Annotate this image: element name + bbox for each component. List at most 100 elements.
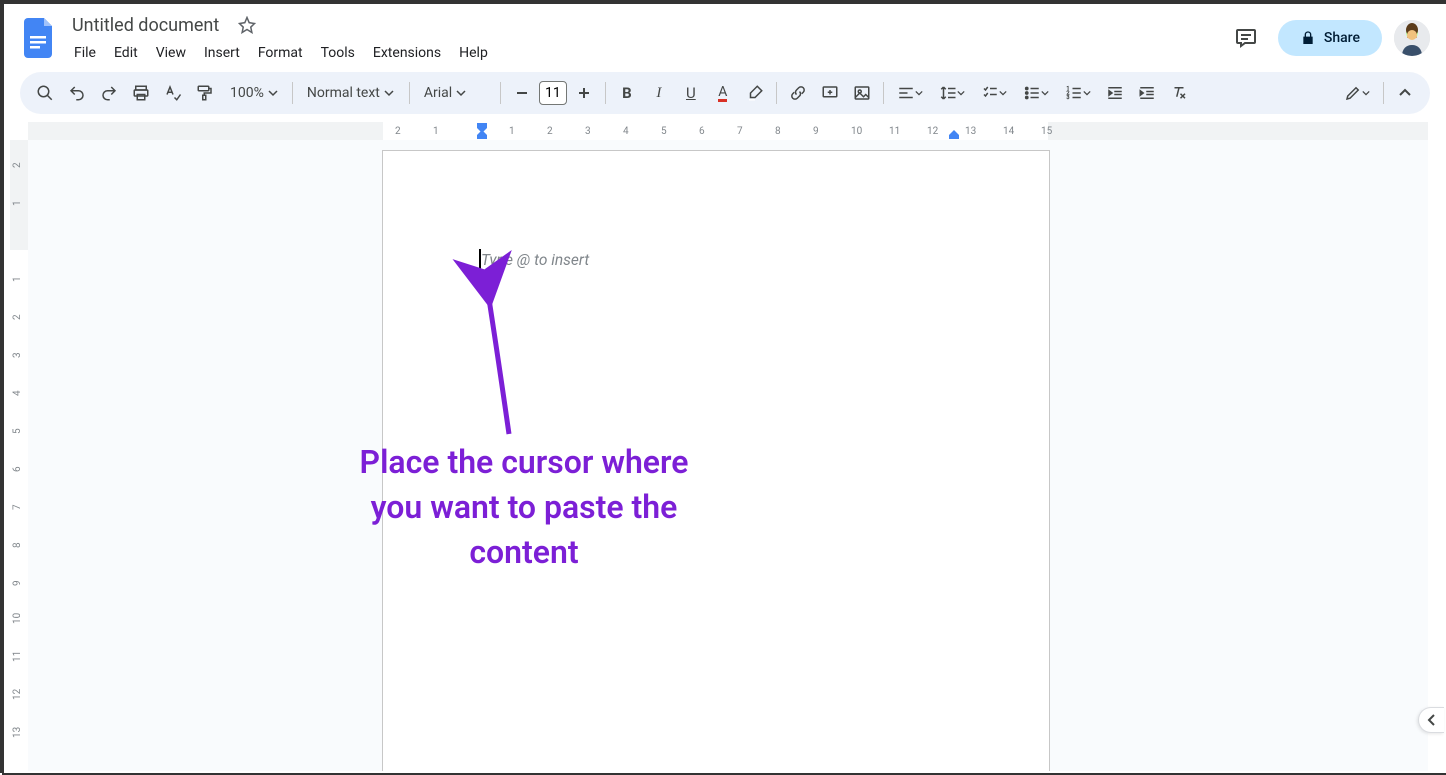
ruler-tick: 12 (12, 689, 23, 700)
highlight-color-button[interactable] (740, 78, 770, 108)
collapse-toolbar-button[interactable] (1390, 78, 1420, 108)
menu-help[interactable]: Help (451, 41, 496, 65)
chevron-down-icon (1041, 89, 1049, 97)
search-menus-button[interactable] (30, 78, 60, 108)
ruler-tick: 3 (12, 352, 23, 358)
separator (409, 82, 410, 104)
comments-icon (1234, 26, 1258, 50)
italic-button[interactable]: I (644, 78, 674, 108)
horizontal-ruler[interactable]: 21123456789101112131415 (28, 122, 1428, 140)
font-family-value: Arial (424, 85, 452, 101)
zoom-dropdown[interactable]: 100% (222, 78, 286, 108)
ruler-tick: 10 (851, 126, 862, 137)
numbered-list-button[interactable]: 123 (1058, 78, 1098, 108)
insert-comment-button[interactable] (815, 78, 845, 108)
image-icon (853, 84, 871, 102)
right-indent-marker[interactable] (948, 130, 960, 140)
line-spacing-button[interactable] (932, 78, 972, 108)
ruler-tick: 10 (12, 613, 23, 624)
text-color-icon: A (718, 85, 727, 102)
chevron-down-icon (456, 88, 466, 98)
insert-placeholder: Type @ to insert (481, 251, 589, 269)
separator (292, 82, 293, 104)
chevron-down-icon (1362, 89, 1370, 97)
separator (776, 82, 777, 104)
title-area: Untitled document File Edit View Insert … (66, 11, 1226, 65)
chevron-down-icon (915, 89, 923, 97)
spellcheck-button[interactable] (158, 78, 188, 108)
ruler-tick: 2 (12, 162, 23, 168)
ruler-tick: 4 (623, 126, 629, 137)
clear-formatting-button[interactable] (1164, 78, 1194, 108)
ruler-tick: 8 (12, 542, 23, 548)
vertical-ruler[interactable]: 2112345678910111213 (10, 140, 28, 771)
checklist-icon (981, 84, 999, 102)
redo-icon (100, 84, 118, 102)
decrease-font-size-button[interactable] (507, 78, 537, 108)
font-family-dropdown[interactable]: Arial (416, 78, 494, 108)
checklist-button[interactable] (974, 78, 1014, 108)
zoom-value: 100% (230, 85, 264, 101)
spellcheck-icon (164, 84, 182, 102)
star-button[interactable] (233, 11, 261, 39)
ruler-tick: 3 (585, 126, 591, 137)
menu-view[interactable]: View (148, 41, 194, 65)
bulleted-list-button[interactable] (1016, 78, 1056, 108)
toolbar: 100% Normal text Arial B I U A 123 (20, 72, 1430, 114)
show-side-panel-button[interactable] (1418, 707, 1444, 733)
insert-link-button[interactable] (783, 78, 813, 108)
ruler-tick: 13 (965, 126, 976, 137)
font-size-input[interactable] (539, 81, 567, 105)
paint-format-button[interactable] (190, 78, 220, 108)
italic-icon: I (656, 85, 661, 102)
increase-font-size-button[interactable] (569, 78, 599, 108)
menu-file[interactable]: File (66, 41, 104, 65)
menu-extensions[interactable]: Extensions (365, 41, 449, 65)
separator (500, 82, 501, 104)
menu-insert[interactable]: Insert (196, 41, 248, 65)
paragraph-style-dropdown[interactable]: Normal text (299, 78, 403, 108)
editing-mode-button[interactable] (1337, 78, 1377, 108)
ruler-tick: 14 (1003, 126, 1014, 137)
header-right: Share (1226, 18, 1430, 58)
menu-format[interactable]: Format (250, 41, 311, 65)
docs-logo[interactable] (20, 18, 60, 58)
ruler-tick: 2 (395, 126, 401, 137)
underline-button[interactable]: U (676, 78, 706, 108)
pencil-icon (1344, 84, 1362, 102)
user-avatar[interactable] (1394, 20, 1430, 56)
redo-button[interactable] (94, 78, 124, 108)
ruler-tick: 1 (433, 126, 439, 137)
ruler-tick: 6 (699, 126, 705, 137)
ruler-tick: 11 (12, 651, 23, 662)
ruler-tick: 1 (12, 200, 23, 206)
chevron-down-icon (268, 88, 278, 98)
highlight-icon (746, 84, 764, 102)
text-color-button[interactable]: A (708, 78, 738, 108)
ruler-tick: 1 (509, 126, 515, 137)
separator (605, 82, 606, 104)
bold-button[interactable]: B (612, 78, 642, 108)
undo-button[interactable] (62, 78, 92, 108)
menu-tools[interactable]: Tools (313, 41, 363, 65)
ruler-tick: 11 (889, 126, 900, 137)
chevron-down-icon (957, 89, 965, 97)
increase-indent-button[interactable] (1132, 78, 1162, 108)
left-indent-marker[interactable] (476, 130, 488, 140)
comments-button[interactable] (1226, 18, 1266, 58)
ruler-tick: 9 (813, 126, 819, 137)
ruler-tick: 7 (12, 504, 23, 510)
menu-edit[interactable]: Edit (106, 41, 146, 65)
app-header: Untitled document File Edit View Insert … (4, 4, 1446, 64)
ruler-tick: 1 (12, 276, 23, 282)
document-page[interactable]: Type @ to insert (382, 150, 1050, 771)
text-align-button[interactable] (890, 78, 930, 108)
insert-image-button[interactable] (847, 78, 877, 108)
align-left-icon (897, 84, 915, 102)
decrease-indent-button[interactable] (1100, 78, 1130, 108)
document-canvas[interactable]: Type @ to insert (28, 140, 1428, 771)
share-button[interactable]: Share (1278, 20, 1382, 56)
print-button[interactable] (126, 78, 156, 108)
document-title[interactable]: Untitled document (66, 13, 225, 38)
chevron-down-icon (384, 88, 394, 98)
